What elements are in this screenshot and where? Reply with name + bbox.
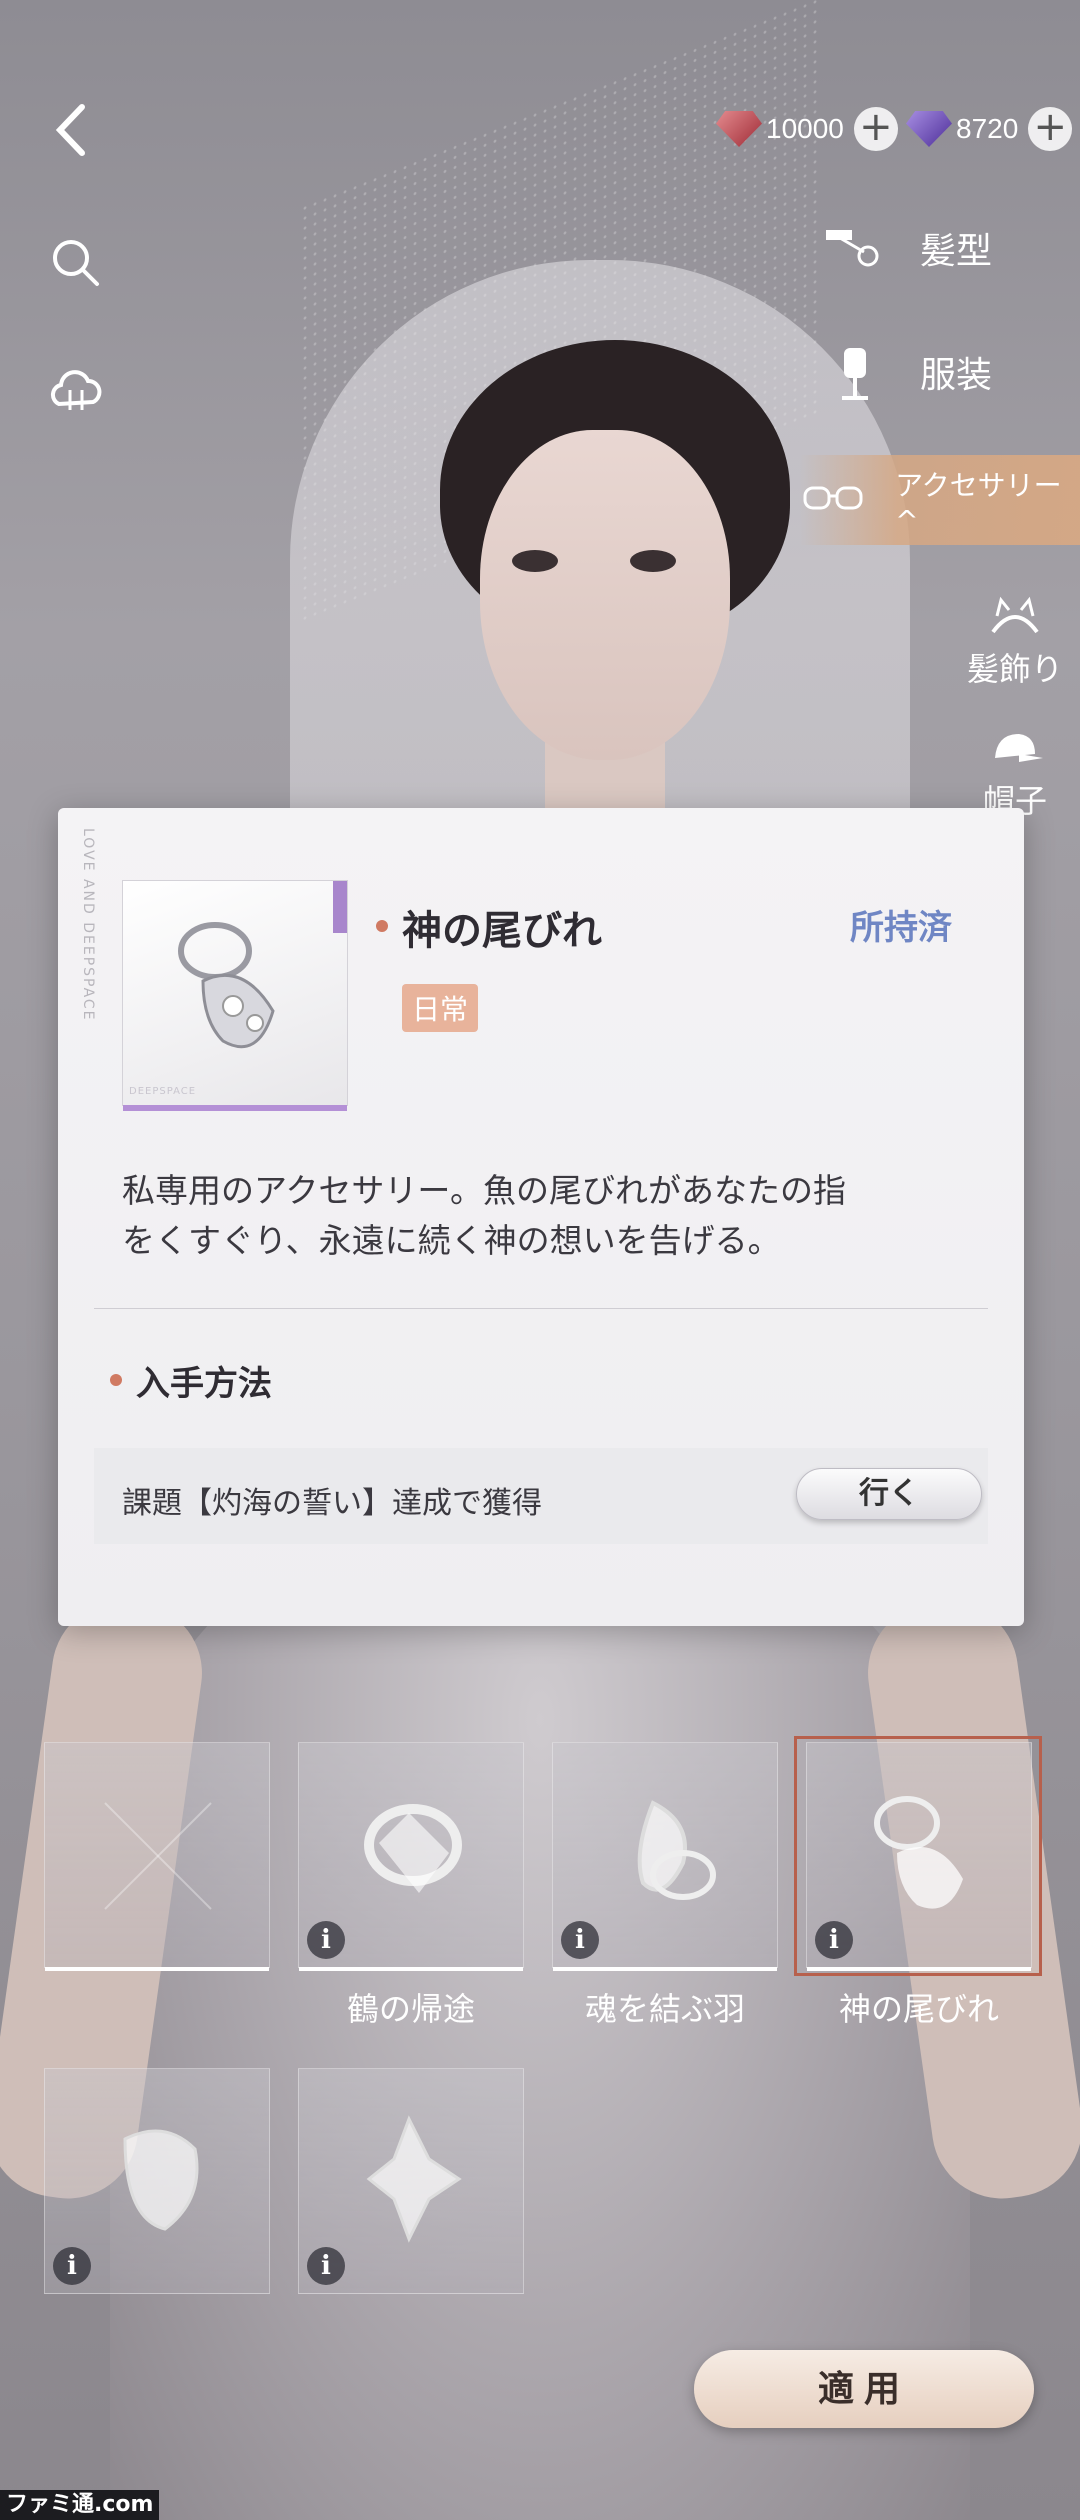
- ring-icon: [123, 2129, 199, 2231]
- item-detail-card: LOVE AND DEEPSPACE DEEPSPACE 神の尾びれ 所持済 日…: [58, 808, 1024, 1626]
- currency-value: 8720: [956, 113, 1019, 144]
- eye: [512, 550, 558, 572]
- slot-underline: [553, 1967, 777, 1971]
- ring-icon: [874, 1796, 963, 1909]
- category-label: アクセサリー ^: [895, 468, 1062, 537]
- item-slot[interactable]: i: [298, 1742, 524, 1971]
- item-slot[interactable]: i: [298, 2068, 524, 2294]
- acquisition-row: 課題【灼海の誓い】達成で獲得 行く: [94, 1448, 988, 1544]
- ring-icon: [637, 1800, 716, 1900]
- acquisition-text: 課題【灼海の誓い】達成で獲得: [122, 1486, 542, 1521]
- rarity-bar: [123, 1105, 347, 1111]
- cat-ears-icon: [991, 596, 1039, 634]
- item-slot[interactable]: i: [552, 1742, 778, 1971]
- currency-value: 10000: [766, 113, 844, 144]
- slot-underline: [299, 1967, 523, 1971]
- info-icon[interactable]: i: [815, 1921, 853, 1959]
- category-label: 髪型: [920, 231, 993, 272]
- ring-icon: [366, 2115, 462, 2243]
- red-gem-icon: [716, 111, 762, 147]
- acquisition-title: 入手方法: [136, 1364, 272, 1404]
- card-side-text: LOVE AND DEEPSPACE: [80, 828, 96, 1022]
- description-line: 私専用のアクセサリー。魚の尾びれがあなたの指: [122, 1171, 847, 1210]
- slot-underline: [807, 1967, 1031, 1971]
- category-hair[interactable]: 髪型: [820, 203, 1080, 293]
- owned-status: 所持済: [850, 908, 952, 948]
- accent-dot: [376, 920, 388, 932]
- glasses-icon: [800, 470, 865, 530]
- slot-underline: [45, 1967, 269, 1971]
- chevron-left-icon: [55, 104, 85, 156]
- apply-button[interactable]: 適用: [694, 2350, 1034, 2428]
- currency-red: 10000 +: [716, 104, 898, 154]
- search-icon: [53, 240, 99, 286]
- info-icon[interactable]: i: [307, 1921, 345, 1959]
- slot-label: 鶴の帰途: [346, 1990, 475, 2028]
- category-accessory[interactable]: アクセサリー ^: [800, 455, 1080, 545]
- item-thumbnail: DEEPSPACE: [122, 880, 348, 1111]
- info-icon[interactable]: i: [307, 2247, 345, 2285]
- category-outfit[interactable]: 服装: [820, 327, 1080, 417]
- info-icon[interactable]: i: [561, 1921, 599, 1959]
- ring-icon: [178, 922, 275, 1049]
- item-slot-empty[interactable]: [44, 1742, 270, 1971]
- slot-label: 魂を結ぶ羽: [584, 1990, 745, 2028]
- thumb-tag: [333, 881, 347, 933]
- cap-icon: [995, 734, 1043, 762]
- purple-gem-icon: [906, 111, 952, 147]
- description-line: をくすぐり、永遠に続く神の想いを告げる。: [122, 1221, 781, 1260]
- thumb-brand: DEEPSPACE: [129, 1086, 197, 1097]
- item-slot-selected[interactable]: i: [806, 1742, 1032, 1971]
- back-button[interactable]: [40, 95, 110, 165]
- slot-label: 神の尾びれ: [838, 1990, 999, 2028]
- add-currency-button[interactable]: +: [853, 107, 898, 151]
- subcategory-label: 髪飾り: [966, 650, 1063, 688]
- category-label: 服装: [920, 355, 993, 396]
- currency-purple: 8720 +: [906, 104, 1073, 154]
- go-button[interactable]: 行く: [796, 1468, 982, 1520]
- accent-dot: [110, 1374, 122, 1386]
- scissors-icon: [820, 218, 890, 278]
- search-button[interactable]: [45, 232, 107, 294]
- eye: [630, 550, 676, 572]
- add-currency-button[interactable]: +: [1028, 107, 1073, 151]
- cloud-sync-button[interactable]: [45, 360, 107, 422]
- mannequin-icon: [820, 342, 890, 402]
- divider: [94, 1308, 988, 1309]
- item-name: 神の尾びれ: [402, 907, 602, 954]
- character-face: [480, 430, 730, 760]
- cloud-sync-icon: [50, 370, 102, 410]
- item-slot[interactable]: i: [44, 2068, 270, 2294]
- empty-slot-icon: [104, 1802, 212, 1910]
- watermark-logo: ファミ通.com: [0, 2490, 160, 2520]
- info-icon[interactable]: i: [53, 2247, 91, 2285]
- subcategory-hair-accessory[interactable]: 髪飾り: [960, 592, 1070, 690]
- item-description: 私専用のアクセサリー。魚の尾びれがあなたの指 をくすぐり、永遠に続く神の想いを告…: [122, 1166, 972, 1266]
- item-tag: 日常: [402, 984, 479, 1032]
- ring-icon: [364, 1804, 462, 1893]
